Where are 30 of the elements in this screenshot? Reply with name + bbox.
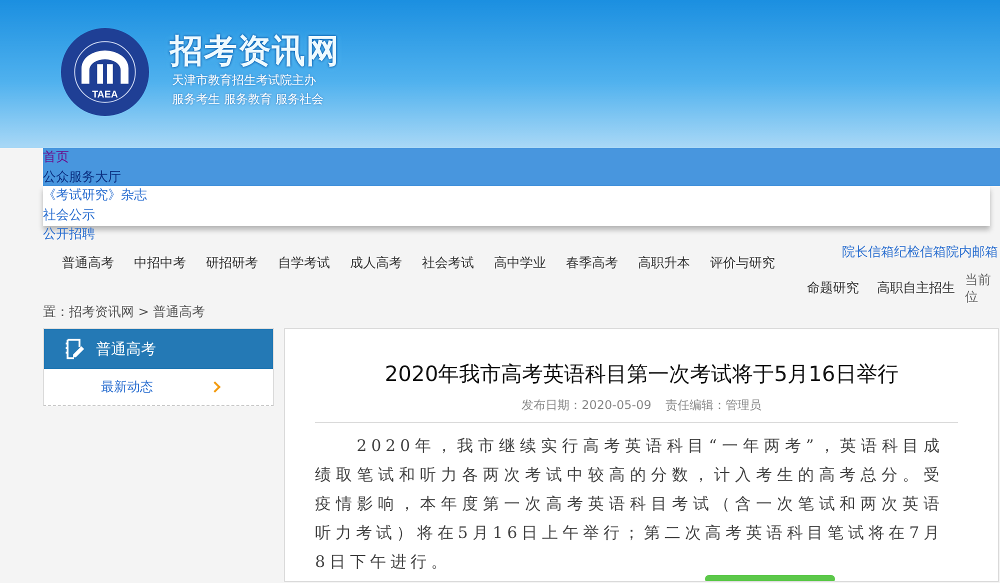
- nav-link[interactable]: 高职升本: [638, 255, 690, 273]
- nav-link[interactable]: 研招研考: [206, 255, 258, 273]
- nav-link[interactable]: 高职自主招生: [877, 280, 956, 298]
- mailbox-link[interactable]: 院长信箱纪检信箱院内邮箱: [842, 244, 998, 262]
- nav-link[interactable]: 公开招聘: [43, 225, 95, 244]
- article-paragraph: 2020年，我市继续实行高考英语科目“一年两考”，英语科目成绩取笔试和听力各两次考试中较高的分数，计入考生的高考总分。受疫情影响，本年度第一次高考英语科目考试（含一次笔试和两次英语听力考试）将在5月16日上午举行；第二次高考英语科目笔试将在7月8日下午进行。: [315, 435, 944, 573]
- nav-link[interactable]: 社会公示: [43, 206, 95, 225]
- nav-link[interactable]: 成人高考: [350, 255, 402, 273]
- breadcrumb: 置：招考资讯网 > 普通高考: [43, 304, 206, 322]
- nav-link[interactable]: 社会考试: [422, 255, 474, 273]
- site-subtitle: 服务考生 服务教育 服务社会: [172, 91, 325, 108]
- publish-date: 发布日期：2020-05-09: [522, 397, 652, 414]
- logo-emblem: TAEA: [60, 27, 150, 117]
- nav-link[interactable]: 普通高考: [62, 255, 114, 273]
- nav-link[interactable]: 春季高考: [566, 255, 618, 273]
- nav-link[interactable]: 《考试研究》杂志: [43, 186, 147, 206]
- site-title: 招考资讯网: [170, 31, 340, 71]
- nav-link[interactable]: 中招中考: [134, 255, 186, 273]
- sidebar-title: 普通高考: [96, 340, 156, 358]
- editor-name: 责任编辑：管理员: [665, 397, 762, 414]
- nav-link[interactable]: 评价与研究: [710, 255, 775, 273]
- site-subtitle: 天津市教育招生考试院主办: [172, 72, 317, 89]
- breadcrumb-label: 当前位: [965, 272, 992, 306]
- nav-link[interactable]: 公众服务大厅: [43, 168, 121, 187]
- article-title: 2020年我市高考英语科目第一次考试将于5月16日举行: [384, 361, 900, 388]
- sidebar-item[interactable]: 最新动态: [44, 369, 273, 405]
- nav-link[interactable]: 高中学业: [494, 255, 546, 273]
- nav-link[interactable]: 自学考试: [278, 255, 330, 273]
- notebook-pencil-icon: [63, 338, 85, 360]
- nav-link[interactable]: 命题研究: [807, 280, 860, 298]
